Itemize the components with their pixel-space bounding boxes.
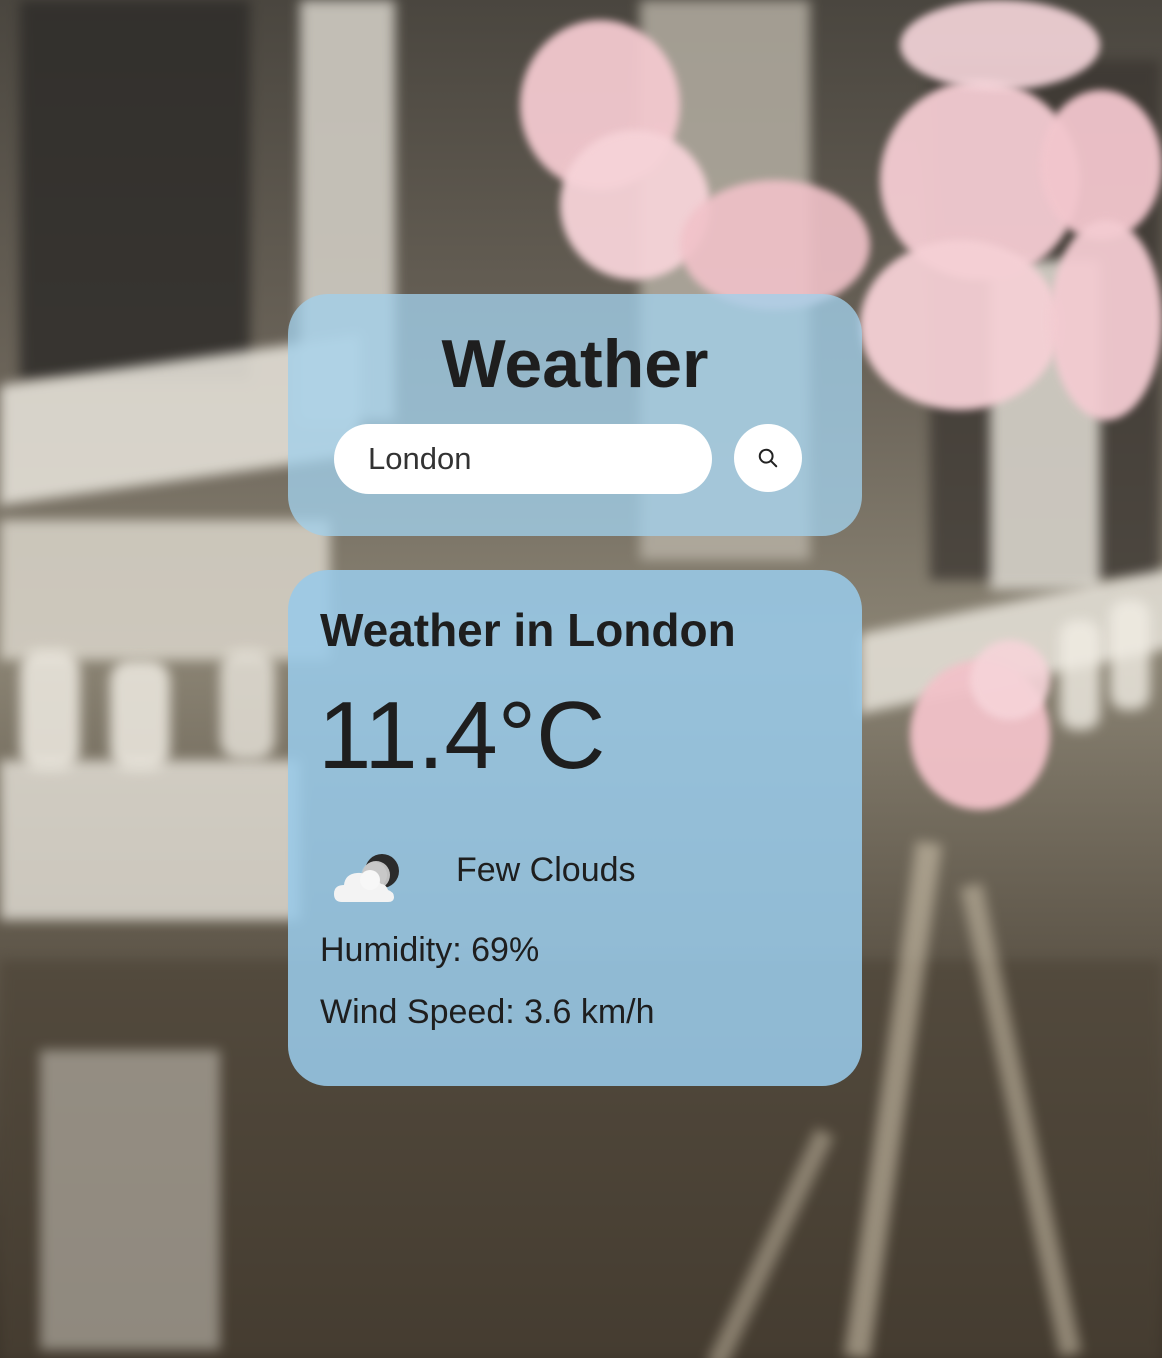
search-icon	[758, 448, 778, 468]
search-card: Weather	[288, 294, 862, 536]
city-search-input[interactable]	[334, 424, 712, 494]
app-title: Weather	[441, 326, 709, 402]
temperature-value: 11.4°C	[318, 682, 606, 789]
wind-speed-text: Wind Speed: 3.6 km/h	[320, 993, 655, 1031]
city-heading: Weather in London	[320, 604, 736, 656]
weather-description: Few Clouds	[456, 851, 636, 889]
weather-result-card: Weather in London 11.4°C Few Clouds Humi…	[288, 570, 862, 1086]
few-clouds-night-icon	[334, 854, 399, 902]
humidity-text: Humidity: 69%	[320, 931, 540, 969]
search-button[interactable]	[734, 424, 802, 492]
